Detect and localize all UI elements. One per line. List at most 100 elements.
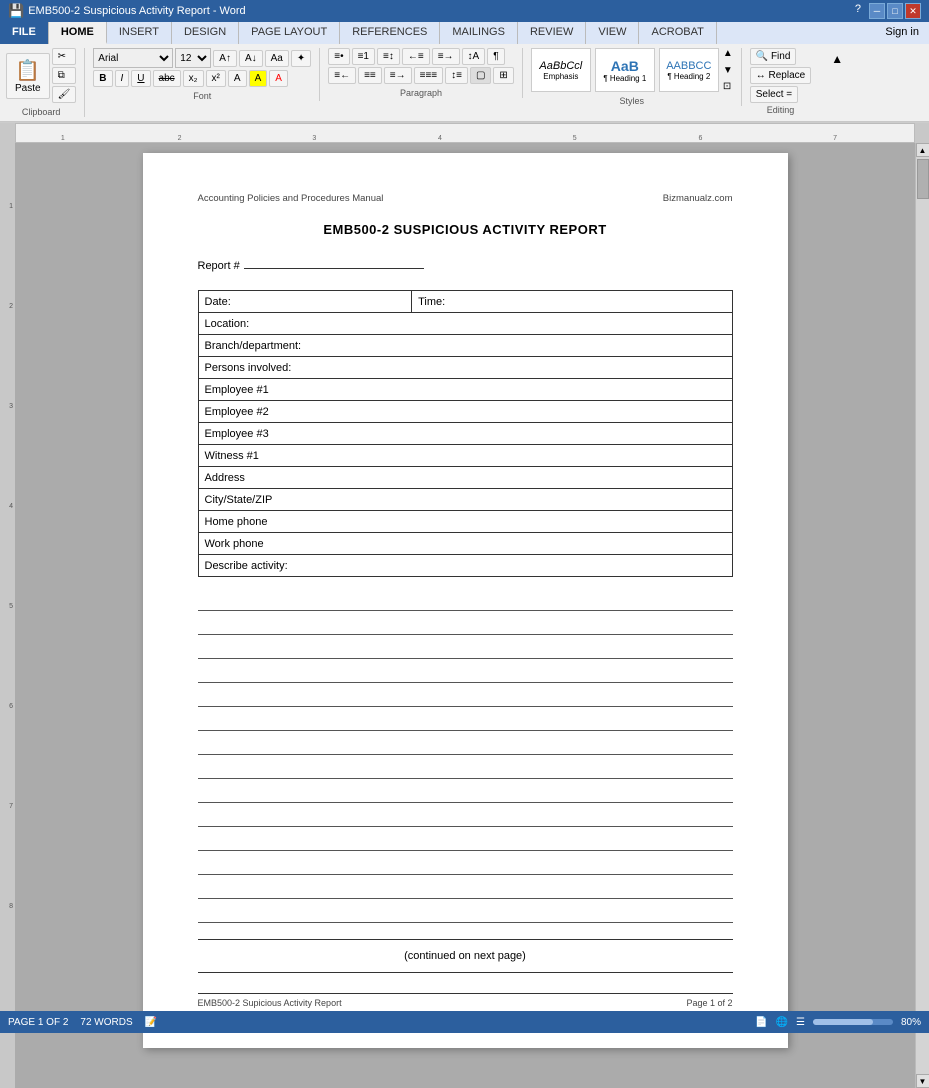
table-row: Persons involved: [198,357,732,379]
format-painter-button[interactable]: 🖌 [52,86,77,103]
scroll-thumb[interactable] [917,159,929,199]
underline-button[interactable]: U [131,70,150,87]
ribbon-tabs: FILE HOME INSERT DESIGN PAGE LAYOUT REFE… [0,22,929,44]
shrink-font-button[interactable]: A↓ [239,50,263,67]
tab-design[interactable]: DESIGN [172,22,239,44]
report-underline [244,257,424,269]
tab-page-layout[interactable]: PAGE LAYOUT [239,22,340,44]
multilevel-button[interactable]: ≡↕ [377,48,400,65]
align-right-button[interactable]: ≡→ [384,67,412,84]
time-label: Time: [412,291,732,313]
view-print-icon[interactable]: 📄 [755,1017,767,1028]
superscript-button[interactable]: x² [206,70,226,87]
activity-line [198,805,733,827]
borders-button[interactable]: ⊞ [493,67,513,84]
strikethrough-button[interactable]: abc [153,70,181,87]
page-count: PAGE 1 OF 2 [8,1017,68,1028]
help-button[interactable]: ? [849,3,867,19]
font-label: Font [93,91,311,101]
style-emphasis[interactable]: AaBbCcl Emphasis [531,48,591,92]
copy-button[interactable]: ⧉ [52,67,77,84]
subscript-button[interactable]: x₂ [183,70,204,87]
style-heading2[interactable]: AABBCC ¶ Heading 2 [659,48,719,92]
font-name-select[interactable]: Arial [93,48,173,68]
activity-line [198,781,733,803]
close-button[interactable]: ✕ [905,3,921,19]
zoom-value: 80% [901,1017,921,1028]
activity-line [198,589,733,611]
vertical-scrollbar[interactable]: ▲ ▼ [915,143,929,1088]
footer-left: EMB500-2 Supicious Activity Report [198,998,342,1008]
tab-mailings[interactable]: MAILINGS [440,22,518,44]
style-heading1[interactable]: AaB ¶ Heading 1 [595,48,655,92]
table-row: Describe activity: [198,555,732,577]
paragraph-group: ≡• ≡1 ≡↕ ←≡ ≡→ ↕A ¶ ≡← ≡≡ ≡→ ≡≡≡ ↕≡ ▢ ⊞ … [328,48,523,98]
status-left: PAGE 1 OF 2 72 WORDS 📝 [8,1017,157,1028]
change-case-button[interactable]: Aa [265,50,289,67]
table-row: Date: Time: [198,291,732,313]
zoom-slider[interactable] [813,1019,893,1025]
replace-icon: ↔ [756,70,766,81]
horizontal-ruler: 1 2 3 4 5 6 7 [0,123,929,143]
maximize-button[interactable]: □ [887,3,903,19]
scroll-up-button[interactable]: ▲ [916,143,929,157]
document-area[interactable]: Accounting Policies and Procedures Manua… [15,143,915,1088]
italic-button[interactable]: I [115,70,130,87]
font-size-select[interactable]: 12 [175,48,211,68]
select-button[interactable]: Select = [750,86,798,103]
sort-button[interactable]: ↕A [462,48,486,65]
ribbon-collapse-button[interactable]: ▲ [827,48,847,70]
tab-references[interactable]: REFERENCES [340,22,440,44]
text-effect-button[interactable]: A [228,70,247,87]
tab-acrobat[interactable]: ACROBAT [639,22,716,44]
bold-button[interactable]: B [93,70,112,87]
activity-section [198,589,733,923]
title-bar-left: 💾 EMB500-2 Suspicious Activity Report - … [8,3,246,19]
continued-text: (continued on next page) [198,950,733,962]
tab-home[interactable]: HOME [49,22,107,44]
word-icon: 💾 [8,3,24,19]
replace-button[interactable]: ↔ Replace [750,67,811,84]
cut-button[interactable]: ✂ [52,48,77,65]
align-center-button[interactable]: ≡≡ [358,67,382,84]
clipboard-group: 📋 Paste ✂ ⧉ 🖌 Clipboard [6,48,85,117]
tab-insert[interactable]: INSERT [107,22,172,44]
increase-indent-button[interactable]: ≡→ [432,48,460,65]
view-web-icon[interactable]: 🌐 [776,1017,788,1028]
line-spacing-button[interactable]: ↕≡ [445,67,468,84]
status-bar: PAGE 1 OF 2 72 WORDS 📝 📄 🌐 ☰ 80% [0,1011,929,1033]
homephone-label: Home phone [198,511,732,533]
highlight-button[interactable]: A [249,70,268,87]
find-button[interactable]: 🔍 Find [750,48,797,65]
paste-button[interactable]: 📋 Paste [6,53,50,99]
view-outline-icon[interactable]: ☰ [796,1017,805,1028]
grow-font-button[interactable]: A↑ [213,50,237,67]
sign-in-link[interactable]: Sign in [875,22,929,44]
editing-group: 🔍 Find ↔ Replace Select = Editing [750,48,819,115]
tab-view[interactable]: VIEW [586,22,639,44]
title-bar-controls[interactable]: ? ─ □ ✕ [849,3,921,19]
branch-label: Branch/department: [198,335,732,357]
paragraph-label: Paragraph [328,88,514,98]
scroll-down-button[interactable]: ▼ [916,1074,929,1088]
numbering-button[interactable]: ≡1 [352,48,375,65]
date-label: Date: [198,291,412,313]
employee2-label: Employee #2 [198,401,732,423]
shading-button[interactable]: ▢ [470,67,491,84]
tab-file[interactable]: FILE [0,22,49,44]
workphone-label: Work phone [198,533,732,555]
report-number-line: Report # [198,257,733,272]
minimize-button[interactable]: ─ [869,3,885,19]
tab-review[interactable]: REVIEW [518,22,586,44]
justify-button[interactable]: ≡≡≡ [414,67,444,84]
styles-scroll[interactable]: ▲ ▼ ⊡ [723,48,733,92]
clear-format-button[interactable]: ✦ [291,50,311,67]
decrease-indent-button[interactable]: ←≡ [402,48,430,65]
show-hide-button[interactable]: ¶ [487,48,504,65]
font-color-button[interactable]: A [269,70,288,87]
align-left-button[interactable]: ≡← [328,67,356,84]
page-header: Accounting Policies and Procedures Manua… [198,193,733,204]
footer-right: Page 1 of 2 [686,998,732,1008]
table-row: Witness #1 [198,445,732,467]
bullets-button[interactable]: ≡• [328,48,349,65]
